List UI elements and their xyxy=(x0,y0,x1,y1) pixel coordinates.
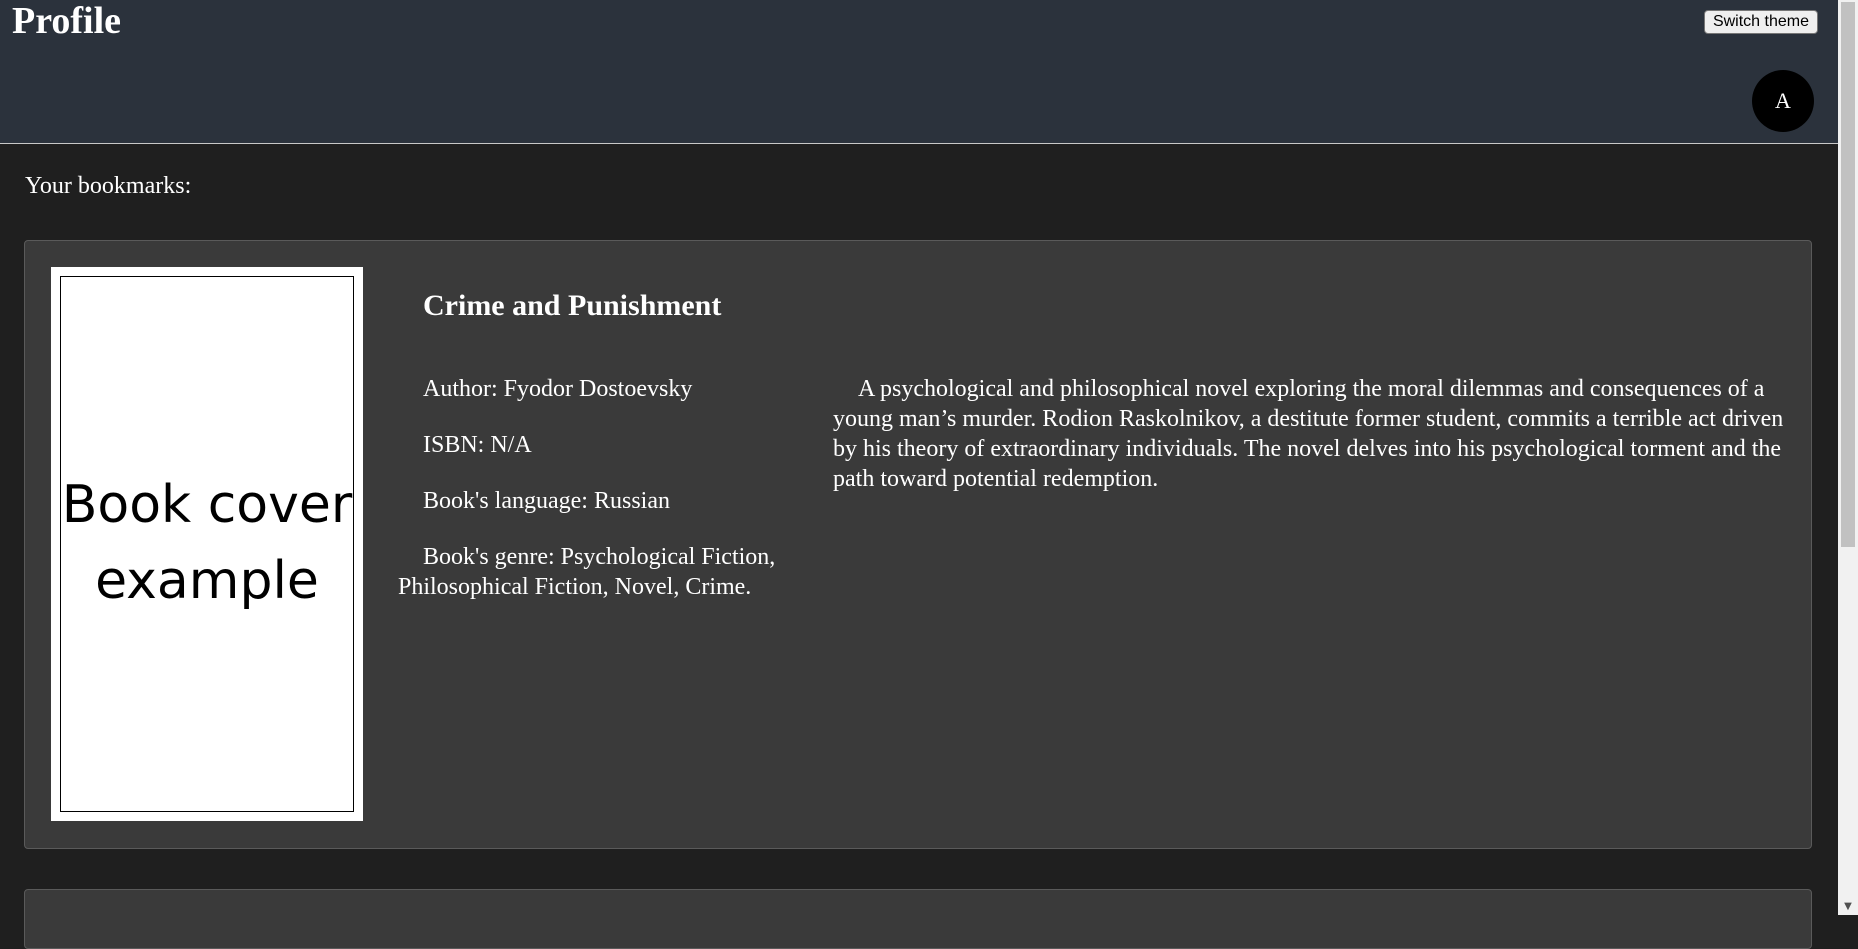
book-title[interactable]: Crime and Punishment xyxy=(423,289,721,323)
bookmark-card-next[interactable] xyxy=(24,889,1812,949)
page-scrollbar[interactable]: ▼ xyxy=(1838,0,1858,915)
book-cover-text: Book cover example xyxy=(61,475,353,611)
scroll-down-arrow-icon[interactable]: ▼ xyxy=(1838,899,1858,915)
bookmarks-label: Your bookmarks: xyxy=(25,173,192,199)
switch-theme-button[interactable]: Switch theme xyxy=(1703,10,1818,34)
scrollbar-thumb[interactable] xyxy=(1841,2,1855,547)
profile-header: Profile Switch theme A xyxy=(0,0,1838,144)
bookmark-card[interactable]: Book cover example Crime and Punishment … xyxy=(24,240,1812,849)
book-description: A psychological and philosophical novel … xyxy=(833,376,1784,492)
avatar[interactable]: A xyxy=(1752,70,1814,132)
book-isbn: ISBN: N/A xyxy=(423,432,532,458)
book-genre: Book's genre: Psychological Fiction, Phi… xyxy=(398,544,776,600)
book-cover-frame: Book cover example xyxy=(60,276,354,812)
page-title: Profile xyxy=(12,0,122,42)
book-language: Book's language: Russian xyxy=(423,488,670,514)
book-cover-image: Book cover example xyxy=(51,267,363,821)
book-author: Author: Fyodor Dostoevsky xyxy=(423,376,693,402)
